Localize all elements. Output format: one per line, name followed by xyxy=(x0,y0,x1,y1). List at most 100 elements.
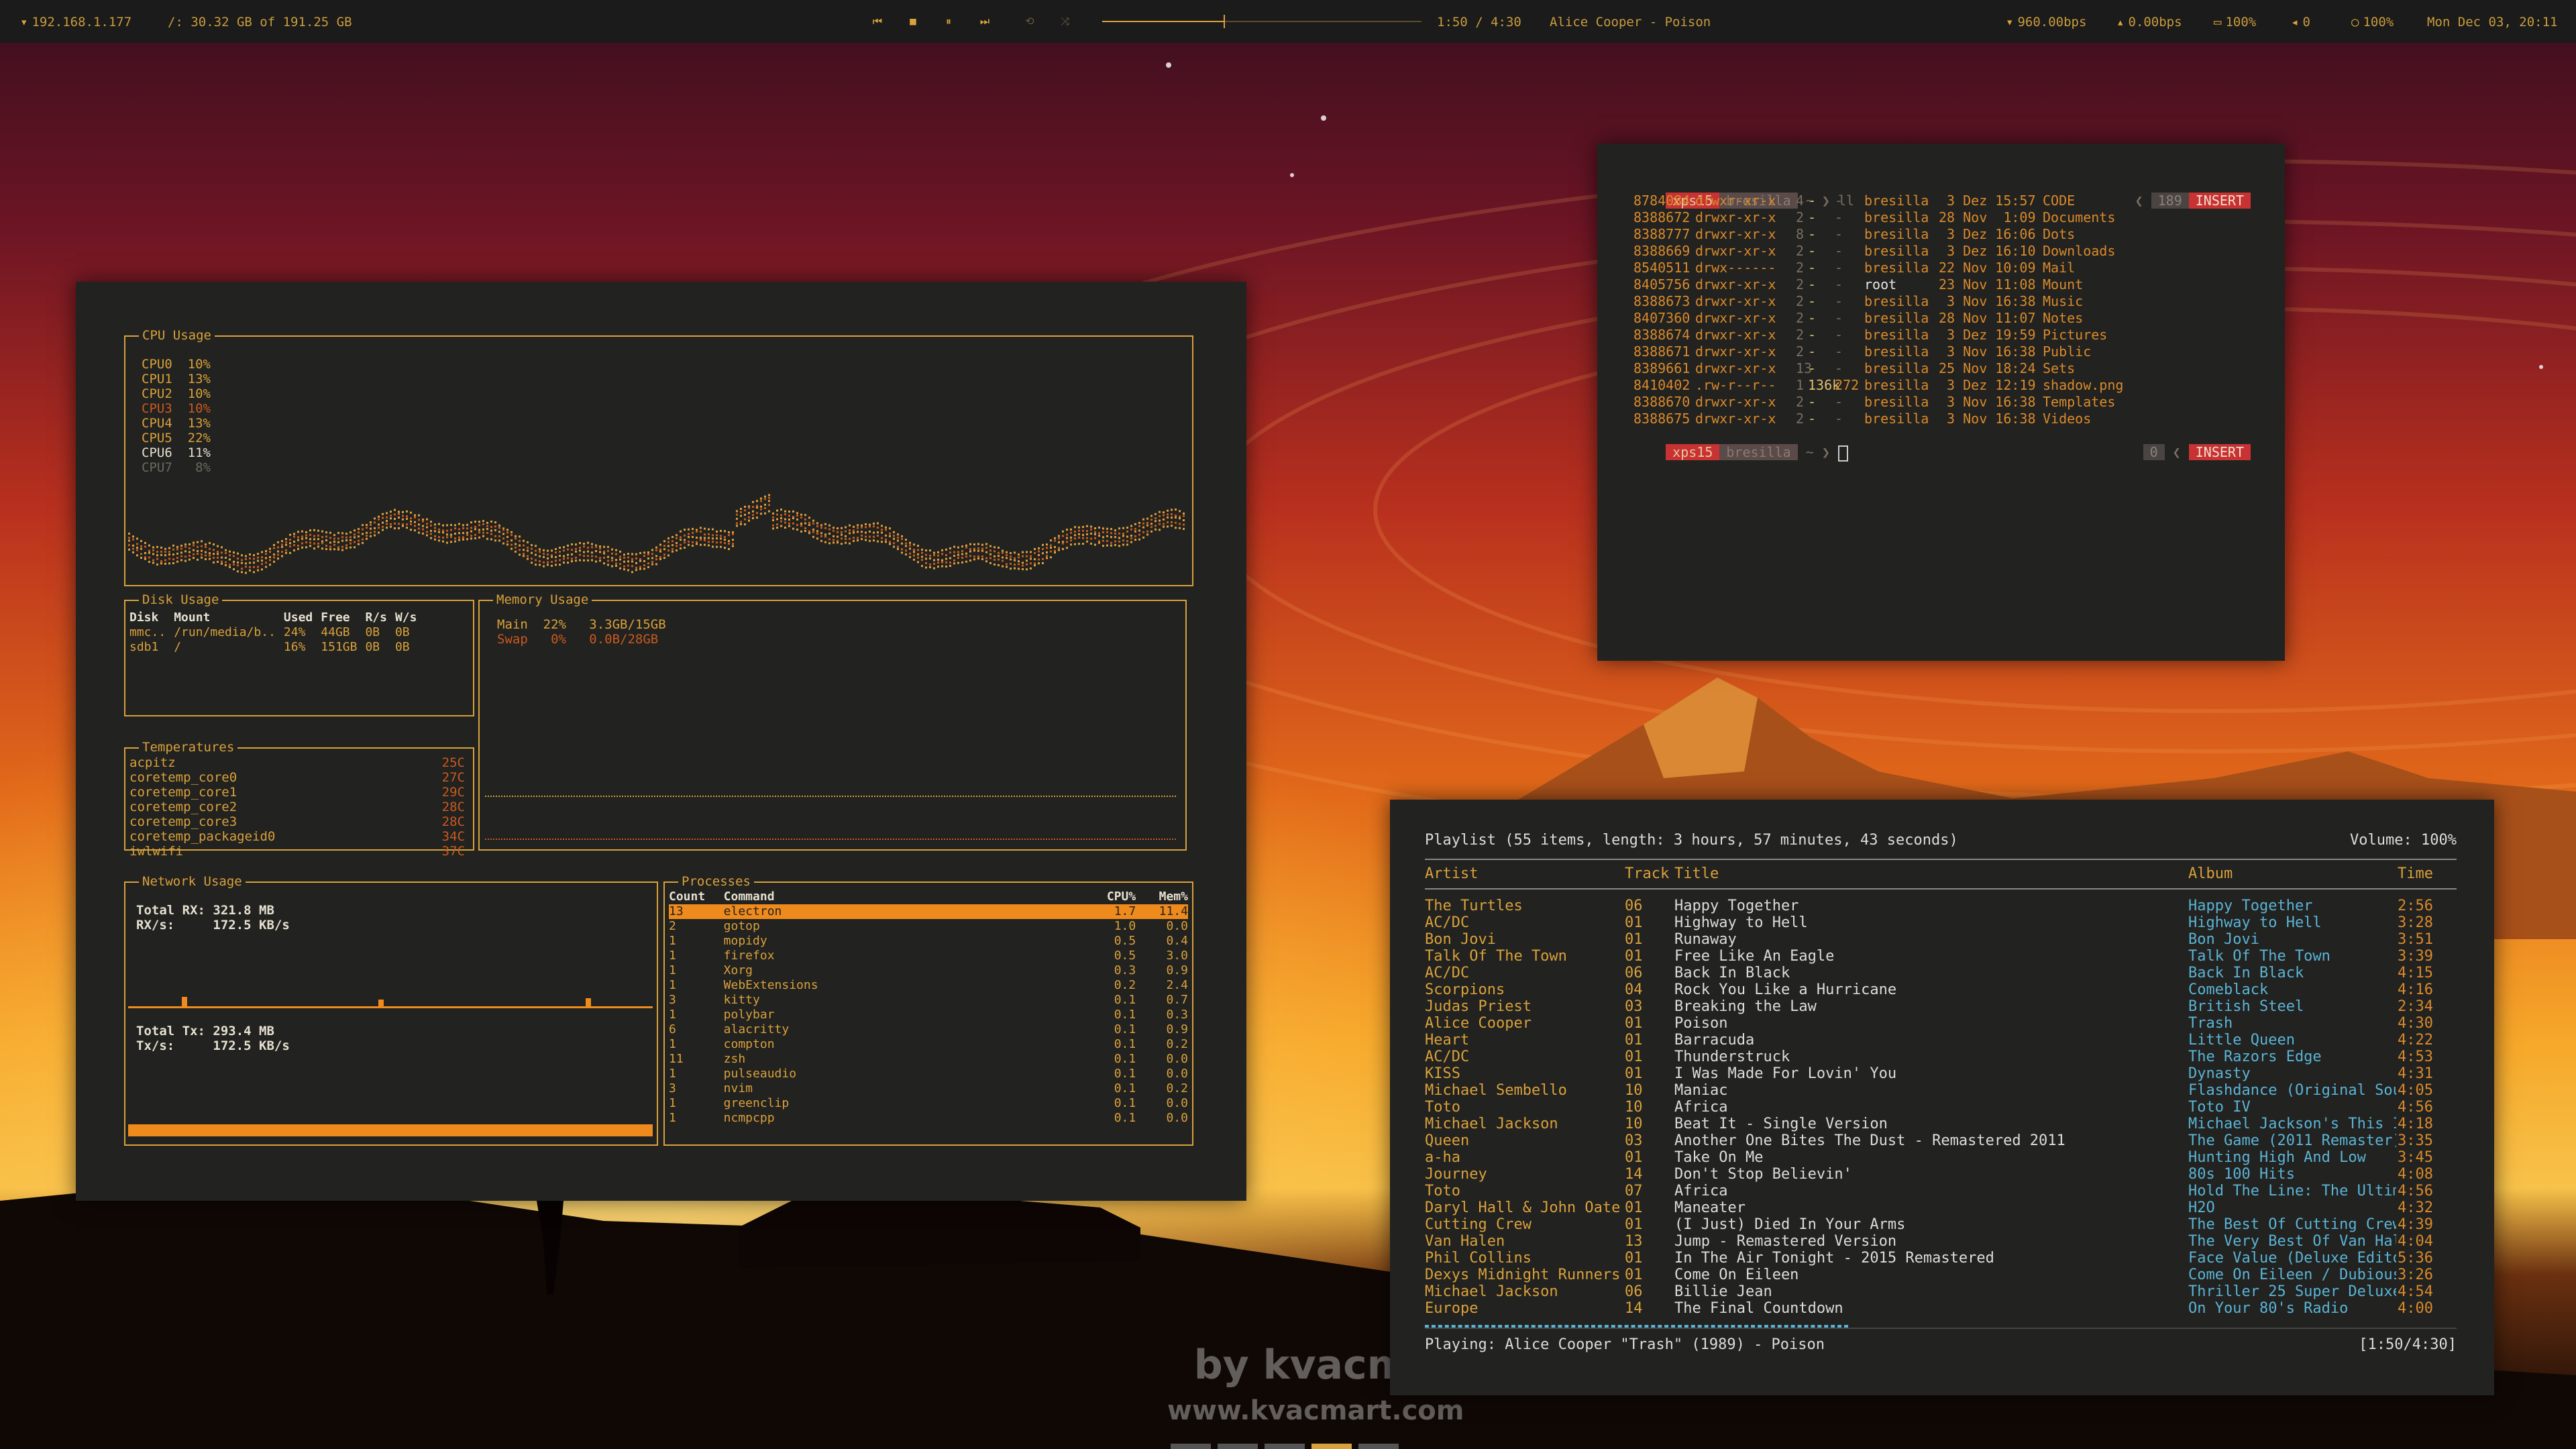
process-row[interactable]: 11 zsh 0.1 0.0 xyxy=(669,1052,1188,1067)
process-row[interactable]: 1 greenclip 0.1 0.0 xyxy=(669,1096,1188,1111)
process-row[interactable]: 1 ncmpcpp 0.1 0.0 xyxy=(669,1111,1188,1126)
player-progress-handle[interactable] xyxy=(1223,15,1225,28)
disk-column-free[interactable]: Free xyxy=(321,610,365,625)
brightness-module[interactable]: ○ 100% xyxy=(2351,0,2394,43)
workspace-indicator[interactable] xyxy=(1265,1444,1305,1449)
cpu-graph-dot xyxy=(358,528,360,531)
playlist-row[interactable]: Bon Jovi 01 Runaway Bon Jovi 3:51 xyxy=(1425,931,2457,948)
cpu-graph-dot xyxy=(502,537,504,540)
column-track[interactable]: Track xyxy=(1625,865,1669,882)
column-mem[interactable]: Mem% xyxy=(1136,890,1188,904)
playlist-row[interactable]: Dexys Midnight Runners 01 Come On Eileen Co… xyxy=(1425,1267,2457,1283)
cpu-graph-dot xyxy=(245,555,247,557)
volume-indicator[interactable]: Volume: 100% xyxy=(2350,832,2457,849)
column-cpu[interactable]: CPU% xyxy=(1079,890,1136,904)
playlist-row[interactable]: a-ha 01 Take On Me Hunting High And Low 3:45 xyxy=(1425,1149,2457,1166)
process-row[interactable]: 1 firefox 0.5 3.0 xyxy=(669,949,1188,963)
process-row[interactable]: 3 nvim 0.1 0.2 xyxy=(669,1081,1188,1096)
playlist-row[interactable]: Phil Collins 01 In The Air Tonight - 2015 … xyxy=(1425,1250,2457,1267)
cpu-graph-dot xyxy=(973,543,975,546)
column-title[interactable]: Title xyxy=(1674,865,1719,882)
playlist-row[interactable]: AC/DC 01 Highway to Hell Highway to Hell 3:2… xyxy=(1425,914,2457,931)
column-command[interactable]: Command xyxy=(724,890,1079,904)
cpu-graph-dot xyxy=(1062,547,1064,550)
playlist-row[interactable]: Journey 14 Don't Stop Believin' 80s 100 Hit… xyxy=(1425,1166,2457,1183)
column-time[interactable]: Time xyxy=(2398,865,2433,882)
process-row[interactable]: 3 kitty 0.1 0.7 xyxy=(669,993,1188,1008)
volume-module[interactable]: ◂ 0 xyxy=(2291,0,2310,43)
process-count: 2 xyxy=(669,919,676,933)
playlist-row[interactable]: Michael Jackson 06 Billie Jean Thriller 25 … xyxy=(1425,1283,2457,1300)
disk-column-rs[interactable]: R/s xyxy=(365,610,395,625)
playlist-row[interactable]: The Turtles 06 Happy Together Happy Togethe… xyxy=(1425,898,2457,914)
prompt-line[interactable]: xps15 bresilla ~ ❯ 0 ❮ INSERT xyxy=(1633,427,2251,462)
playlist-row[interactable]: Heart 01 Barracuda Little Queen 4:22 xyxy=(1425,1032,2457,1049)
workspace-indicator[interactable] xyxy=(1171,1444,1211,1449)
process-row[interactable]: 1 Xorg 0.3 0.9 xyxy=(669,963,1188,978)
ncmpcpp-window[interactable]: Playlist (55 items, length: 3 hours, 57 … xyxy=(1390,800,2494,1395)
cpu-graph-dot xyxy=(667,541,669,543)
cpu-graph-dot xyxy=(901,542,903,545)
wifi-module[interactable]: ▾ 192.168.1.177 xyxy=(20,0,131,43)
playlist-row[interactable]: Michael Sembello 10 Maniac Flashdance (Orig… xyxy=(1425,1082,2457,1099)
previous-track-icon[interactable]: ⏮ xyxy=(871,15,884,28)
playlist-row[interactable]: Queen 03 Another One Bites The Dust - Rema… xyxy=(1425,1132,2457,1149)
column-album[interactable]: Album xyxy=(2188,865,2233,882)
playlist-row[interactable]: Toto 07 Africa Hold The Line: The Ultima 4:5… xyxy=(1425,1183,2457,1199)
workspace-indicator[interactable] xyxy=(1358,1444,1399,1449)
playlist-row[interactable]: AC/DC 06 Back In Black Back In Black 4:15 xyxy=(1425,965,2457,981)
disk-column-mount[interactable]: Mount xyxy=(174,610,284,625)
cpu-graph-dot xyxy=(1066,541,1068,543)
cpu-graph-dot xyxy=(941,565,943,568)
cpu-graph-dot xyxy=(724,538,726,541)
pause-icon[interactable]: ⏸ xyxy=(942,15,955,28)
now-playing[interactable]: Alice Cooper - Poison xyxy=(1550,0,1711,43)
playlist-row[interactable]: Toto 10 Africa Toto IV 4:56 xyxy=(1425,1099,2457,1116)
disk-column-disk[interactable]: Disk xyxy=(129,610,174,625)
cpu-graph-dot xyxy=(1126,540,1128,543)
process-row[interactable]: 6 alacritty 0.1 0.9 xyxy=(669,1022,1188,1037)
cpu-graph-dot xyxy=(740,511,742,513)
cpu-graph-dot xyxy=(720,535,722,537)
modified-date: 28 Nov 1:09 xyxy=(1939,209,2036,225)
process-row[interactable]: 1 mopidy 0.5 0.4 xyxy=(669,934,1188,949)
playlist-row[interactable]: KISS 01 I Was Made For Lovin' You Dynasty 4:… xyxy=(1425,1065,2457,1082)
process-row[interactable]: 1 compton 0.1 0.2 xyxy=(669,1037,1188,1052)
process-row[interactable]: 1 pulseaudio 0.1 0.0 xyxy=(669,1067,1188,1081)
column-count[interactable]: Count xyxy=(669,890,724,904)
playlist-row[interactable]: Judas Priest 03 Breaking the Law British St… xyxy=(1425,998,2457,1015)
process-row[interactable]: 13 electron 1.7 11.4 xyxy=(669,904,1188,919)
disk-column-ws[interactable]: W/s xyxy=(395,610,425,625)
terminal-window[interactable]: xps15 bresilla ~ ❯ ll ❮ 189 INSERT 8784084… xyxy=(1597,144,2285,661)
playlist-row[interactable]: Scorpions 04 Rock You Like a Hurricane Come… xyxy=(1425,981,2457,998)
process-row[interactable]: 1 WebExtensions 0.2 2.4 xyxy=(669,978,1188,993)
cpu-graph-dot xyxy=(555,559,557,562)
playlist-row[interactable]: Talk Of The Town 01 Free Like An Eagle Talk… xyxy=(1425,948,2457,965)
playlist-row[interactable]: Europe 14 The Final Countdown On Your 80's … xyxy=(1425,1300,2457,1317)
playlist-row[interactable]: Alice Cooper 01 Poison Trash 4:30 xyxy=(1425,1015,2457,1032)
playlist-row[interactable]: Michael Jackson 10 Beat It - Single Versio… xyxy=(1425,1116,2457,1132)
playlist-row[interactable]: Cutting Crew 01 (I Just) Died In Your Arms… xyxy=(1425,1216,2457,1233)
cpu-graph-dot xyxy=(358,531,360,534)
player-progress-bar[interactable] xyxy=(1102,15,1421,28)
next-track-icon[interactable]: ⏭ xyxy=(978,15,991,28)
cpu-graph-dot xyxy=(824,527,826,529)
repeat-icon[interactable]: ⟲ xyxy=(1023,15,1036,28)
shuffle-icon[interactable]: ⤨ xyxy=(1059,15,1072,28)
workspace-indicator-active[interactable] xyxy=(1311,1444,1352,1449)
disk-column-used[interactable]: Used xyxy=(284,610,321,625)
gotop-window[interactable]: CPU Usage CPU0 10% CPU1 13% CPU2 10% CPU3 1… xyxy=(76,282,1246,1201)
playlist-row[interactable]: Daryl Hall & John Oates 01 Maneater H2O 4:32 xyxy=(1425,1199,2457,1216)
clock[interactable]: Mon Dec 03, 20:11 xyxy=(2427,0,2557,43)
stop-icon[interactable]: ■ xyxy=(906,15,920,28)
song-progress-bar[interactable] xyxy=(1425,1324,2457,1332)
process-row[interactable]: 1 polybar 0.1 0.3 xyxy=(669,1008,1188,1022)
playlist-row[interactable]: AC/DC 01 Thunderstruck The Razors Edge 4:53 xyxy=(1425,1049,2457,1065)
process-list[interactable]: Count Command CPU% Mem% 13 electron 1.7 11.… xyxy=(669,890,1188,1126)
process-row[interactable]: 2 gotop 1.0 0.0 xyxy=(669,919,1188,934)
playlist-row[interactable]: Van Halen 13 Jump - Remastered Version The … xyxy=(1425,1233,2457,1250)
cpu-graph-dot xyxy=(333,534,335,537)
cpu-graph-dot xyxy=(1094,527,1096,530)
column-artist[interactable]: Artist xyxy=(1425,865,1478,882)
workspace-indicator[interactable] xyxy=(1218,1444,1258,1449)
